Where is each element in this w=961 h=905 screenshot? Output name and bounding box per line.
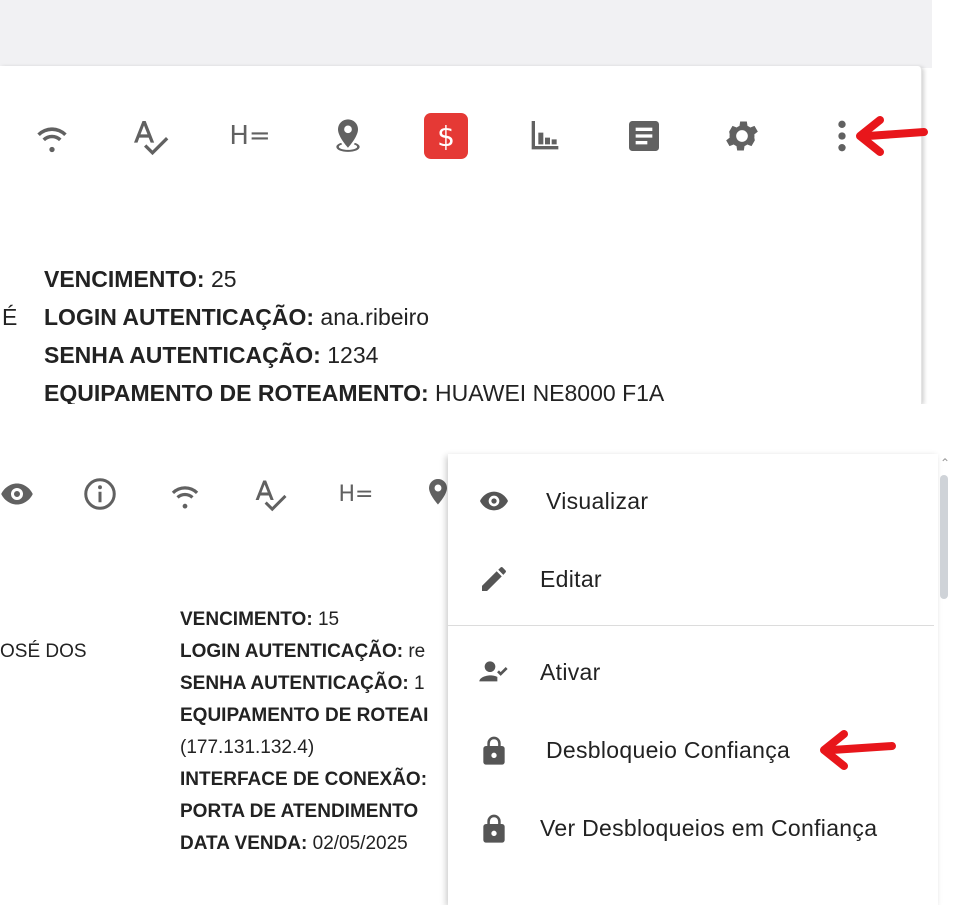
info-value: 1 [413,673,425,694]
info-value: HUAWEI NE8000 F1A [435,380,665,406]
info-value: 15 [317,609,340,630]
lock-icon [476,732,512,768]
pencil-icon [476,561,512,597]
info-label: SENHA AUTENTICAÇÃO: [44,342,321,368]
info-line: PORTA DE ATENDIMENTO [180,796,448,828]
menu-item-ativar[interactable]: Ativar [448,637,938,707]
location-pin-icon[interactable] [326,114,370,158]
info-line: LOGIN AUTENTICAÇÃO: ana.ribeiro [44,298,664,336]
info-line: LOGIN AUTENTICAÇÃO: re [180,636,448,668]
menu-item-label: Ativar [540,658,601,685]
eye-icon [476,483,512,519]
client-card-top: H= $ É VENCIMENTO: 25 LOGIN AUTENTICAÇÃO… [0,66,922,406]
menu-item-ver-desbloqueios[interactable]: Ver Desbloqueios em Confiança [448,793,938,863]
info-line: VENCIMENTO: 25 [44,260,664,298]
info-line: EQUIPAMENTO DE ROTEAI [180,700,448,732]
menu-item-label: Ver Desbloqueios em Confiança [540,814,878,841]
info-line: DATA VENDA: 02/05/2025 [180,828,448,860]
document-icon[interactable] [622,114,666,158]
info-value: ana.ribeiro [320,304,430,330]
info-line: SENHA AUTENTICAÇÃO: 1234 [44,336,664,374]
background-strip [0,0,932,68]
menu-item-label: Visualizar [546,487,649,514]
menu-item-label: Editar [540,565,602,592]
actions-menu: Visualizar Editar Ativar Desbloqueio Con… [448,454,938,905]
lock-icon [476,810,512,846]
info-value: 02/05/2025 [312,833,408,854]
annotation-arrow-desbloqueio [820,730,896,770]
dollar-icon[interactable]: $ [424,113,468,159]
info-value: (177.131.132.4) [180,737,315,758]
annotation-arrow-more [856,116,928,156]
info-line: VENCIMENTO: 15 [180,604,448,636]
wifi-icon[interactable] [30,114,74,158]
client-info-top: VENCIMENTO: 25 LOGIN AUTENTICAÇÃO: ana.r… [44,260,664,412]
text-format-icon[interactable]: H= [228,114,272,158]
info-value: re [408,641,426,662]
info-label: DATA VENDA: [180,833,308,854]
wifi-icon[interactable] [165,474,205,514]
menu-divider [448,625,934,626]
info-label: EQUIPAMENTO DE ROTEAMENTO: [44,380,429,406]
info-label: VENCIMENTO: [180,609,313,630]
eye-icon[interactable] [0,474,37,514]
bar-chart-icon[interactable] [523,114,567,158]
info-label: PORTA DE ATENDIMENTO [180,801,419,822]
info-line: SENHA AUTENTICAÇÃO: 1 [180,668,448,700]
menu-item-label: Desbloqueio Confiança [546,736,791,763]
info-label: SENHA AUTENTICAÇÃO: [180,673,409,694]
truncated-name-fragment: É [2,304,18,330]
background-edge [932,0,961,404]
spellcheck-icon[interactable] [250,474,290,514]
info-label: EQUIPAMENTO DE ROTEAI [180,705,429,726]
info-label: LOGIN AUTENTICAÇÃO: [44,304,315,330]
info-label: INTERFACE DE CONEXÃO: [180,769,428,790]
text-format-icon[interactable]: H= [336,474,376,514]
info-icon[interactable] [80,474,120,514]
action-toolbar-top: H= $ [0,66,921,206]
truncated-name-fragment: OSÉ DOS [0,641,87,662]
info-label: LOGIN AUTENTICAÇÃO: [180,641,404,662]
client-info-bottom: VENCIMENTO: 15 LOGIN AUTENTICAÇÃO: re SE… [180,604,448,860]
menu-item-editar[interactable]: Editar [448,544,938,614]
info-line: INTERFACE DE CONEXÃO: [180,764,448,796]
info-label: VENCIMENTO: [44,266,205,292]
menu-scrollbar-thumb[interactable] [940,475,948,599]
spellcheck-icon[interactable] [128,114,172,158]
person-check-icon [476,654,512,690]
gear-icon[interactable] [720,114,764,158]
dollar-glyph: $ [424,113,468,159]
info-value: 1234 [327,342,379,368]
info-value: 25 [210,266,237,292]
scroll-up-icon[interactable]: ⌃ [940,456,950,470]
info-line: (177.131.132.4) [180,732,448,764]
menu-item-visualizar[interactable]: Visualizar [448,466,938,536]
